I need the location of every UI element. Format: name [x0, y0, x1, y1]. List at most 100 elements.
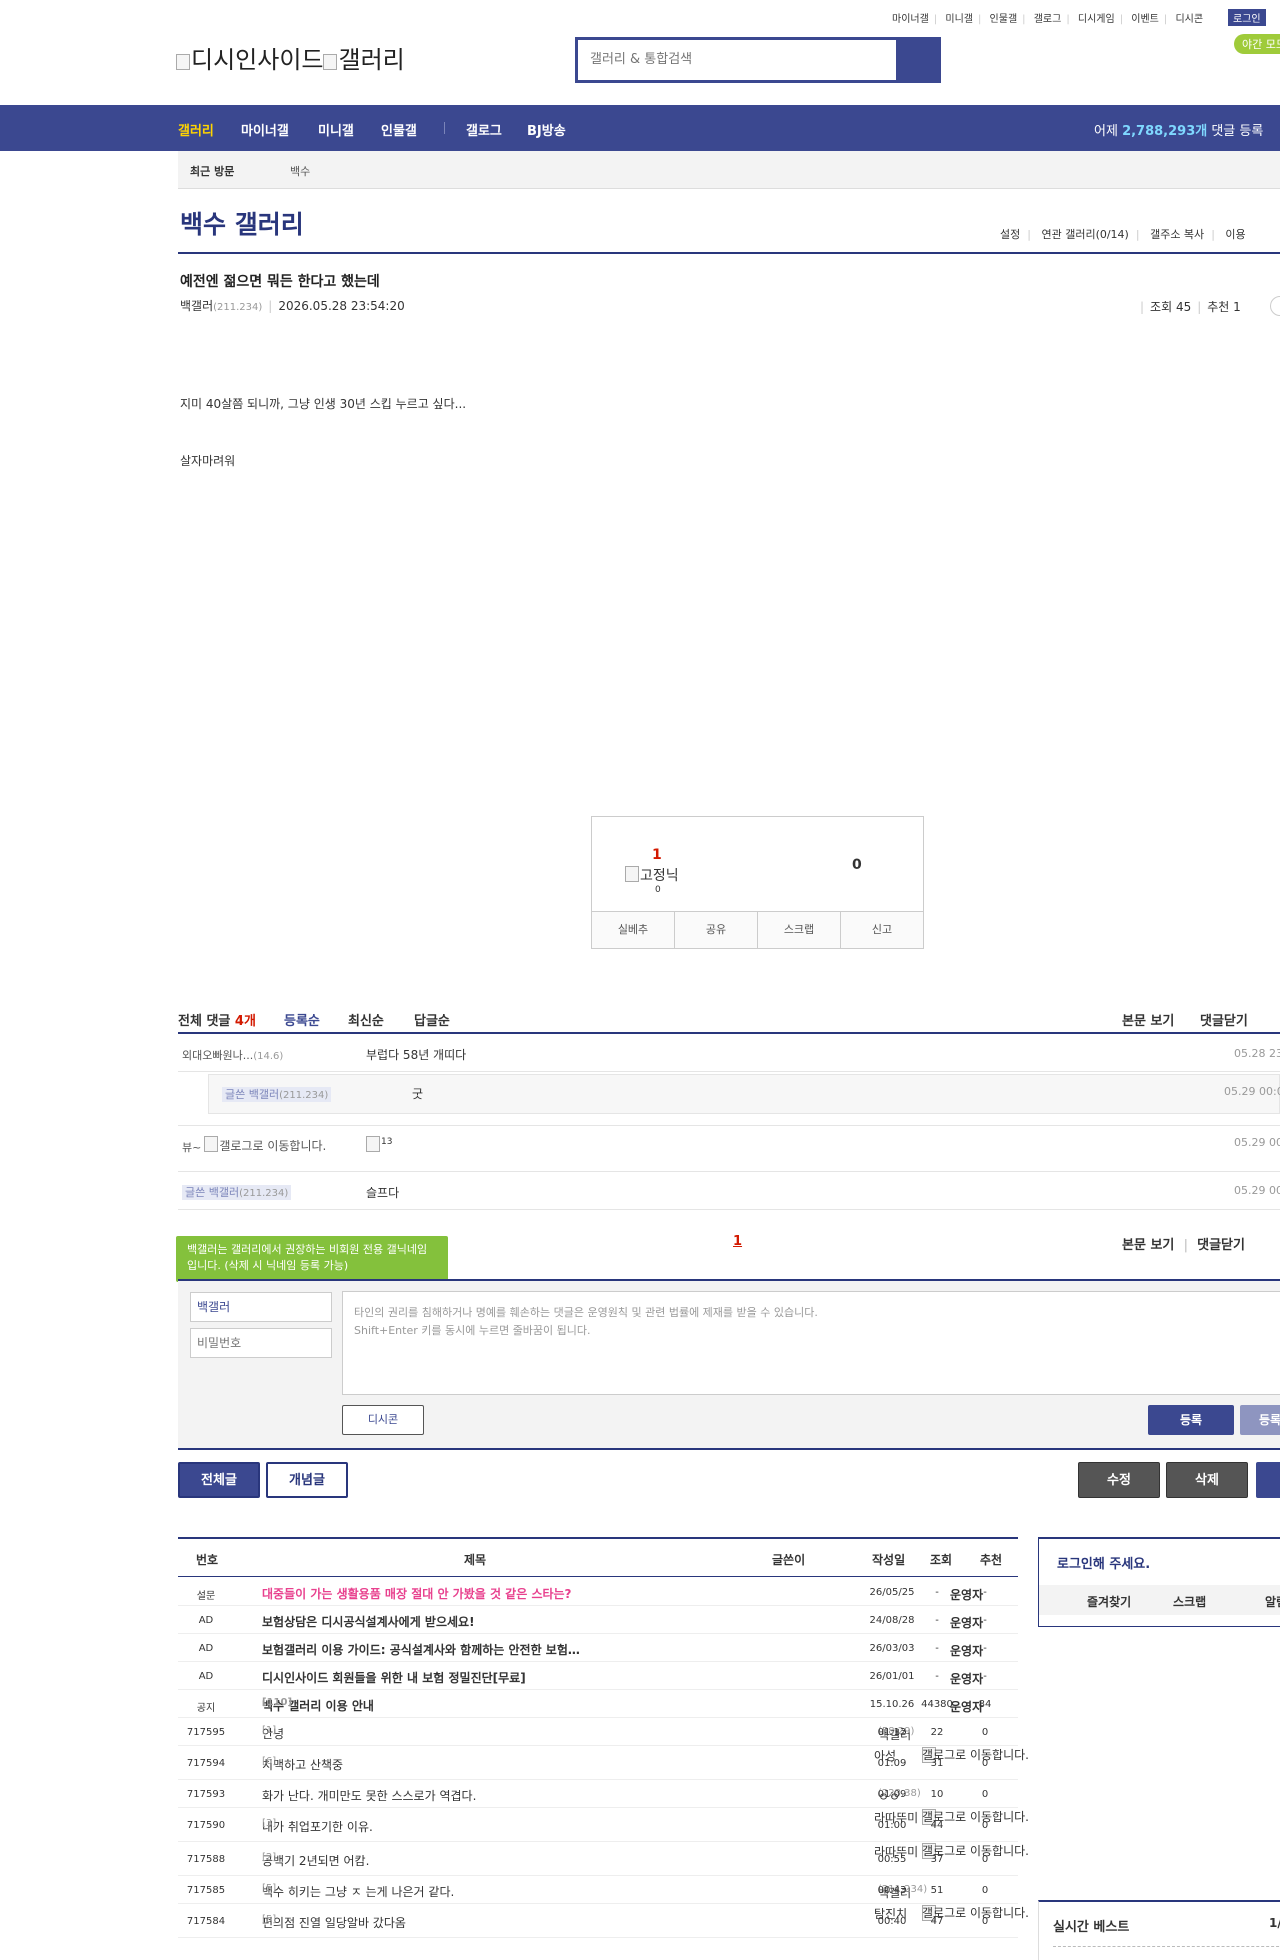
side-tab-alarm[interactable]: 알림	[1265, 1593, 1280, 1610]
real-best-button[interactable]: 실베추	[592, 912, 675, 948]
table-row[interactable]: 717585 백수 히키는 그냥 ㅈ 는게 나은거 같다. [5] 백갤러 (211…	[178, 1876, 1018, 1904]
write-button[interactable]	[1256, 1462, 1280, 1498]
util-link-gallog[interactable]: 갤로그	[1034, 14, 1062, 25]
comment-nick[interactable]: 글쓴 백갤러(211.234)	[182, 1184, 292, 1200]
table-row[interactable]: 717593 화가 난다. 개미만도 못한 스스로가 역겹다. ㅇㅇ (223.3…	[178, 1780, 1018, 1808]
reply-count[interactable]: [5]	[262, 1883, 276, 1894]
col-writer: 글쓴이	[772, 1553, 806, 1567]
gallog-link[interactable]: 갤로그로 이동합니다.	[204, 1135, 328, 1153]
nickname-field[interactable]: 백갤러	[190, 1292, 332, 1322]
table-row[interactable]: 공지 백수 갤러리 이용 안내 [110] 운영자 15.10.26 44380 84	[178, 1690, 1018, 1718]
register-recommend-button[interactable]: 등록	[1240, 1405, 1280, 1435]
reply-count[interactable]: [110]	[262, 1697, 292, 1708]
close-comments-link[interactable]: 댓글닫기	[1200, 1010, 1248, 1029]
sort-reply[interactable]: 답글순	[414, 1010, 450, 1029]
post-number: 717590	[186, 1820, 226, 1831]
gallery-settings-link[interactable]: 설정	[1000, 228, 1020, 241]
nav-gallog[interactable]: 갤로그	[466, 120, 502, 139]
comment-nick[interactable]: 뷰~ 갤로그로 이동합니다.	[182, 1135, 328, 1155]
sort-register[interactable]: 등록순	[284, 1010, 320, 1029]
nav-person[interactable]: 인물갤	[381, 120, 417, 139]
reply-date: 05.29 00:0	[1224, 1085, 1280, 1098]
copy-address-link[interactable]: 갤주소 복사	[1150, 228, 1204, 241]
util-link-game[interactable]: 디시게임	[1078, 14, 1115, 25]
comment-nick[interactable]: 외대오빠원나...(14.6)	[182, 1047, 283, 1063]
table-row[interactable]: 설문 대중들이 가는 생활용품 매장 절대 안 가봤을 것 같은 스타는? 운영자…	[178, 1578, 1018, 1606]
reply-nick[interactable]: 글쓴 백갤러(211.234)	[222, 1086, 332, 1102]
night-mode-button[interactable]: 야간 모드	[1234, 34, 1280, 54]
post-recommend: 0	[981, 1820, 989, 1831]
table-row[interactable]: 717590 내가 취업포기한 이유. [3] 라따뚜미 갤로그로 이동합니다. 01:…	[178, 1808, 1029, 1842]
post-number: 717588	[186, 1854, 226, 1865]
realtime-best-divider	[1053, 1946, 1280, 1947]
side-tab-scrap[interactable]: 스크랩	[1173, 1593, 1206, 1610]
delete-button[interactable]: 삭제	[1166, 1462, 1248, 1498]
post-number: 717584	[186, 1916, 226, 1927]
nav-gallery[interactable]: 갤러리	[178, 120, 214, 139]
post-number: 717594	[186, 1758, 226, 1769]
reply-count[interactable]: [6]	[262, 1756, 276, 1767]
recommend-up-button[interactable]: 고정닉	[625, 865, 679, 885]
register-button[interactable]: 등록	[1148, 1405, 1234, 1435]
password-field[interactable]	[190, 1328, 332, 1358]
comment-row: 글쓴 백갤러(211.234) 슬프다 05.29 00	[178, 1172, 1280, 1210]
util-link-mini[interactable]: 미니갤	[945, 14, 973, 25]
report-button[interactable]: 신고	[841, 912, 923, 948]
scrap-button[interactable]: 스크랩	[758, 912, 841, 948]
col-recommend: 추천	[980, 1553, 1003, 1567]
view-body-link[interactable]: 본문 보기	[1122, 1010, 1174, 1029]
post-body-line: 지미 40살쯤 되니까, 그냥 인생 30년 스킵 누르고 싶다...	[180, 397, 467, 411]
reply-count[interactable]: [2]	[262, 1852, 276, 1863]
post-recommend: -	[983, 1615, 987, 1626]
col-date: 작성일	[872, 1553, 906, 1567]
share-round-button[interactable]	[1270, 296, 1280, 316]
dccon-button[interactable]: 디시콘	[342, 1405, 424, 1435]
share-button[interactable]: 공유	[675, 912, 758, 948]
broken-image-icon	[625, 866, 639, 882]
edit-button[interactable]: 수정	[1078, 1462, 1160, 1498]
login-button[interactable]: 로그인	[1228, 9, 1266, 26]
site-logo[interactable]: 디시인사이드 갤러리	[176, 40, 405, 75]
table-row[interactable]: 717588 공백기 2년되면 어캄. [2] 라따뚜미 갤로그로 이동합니다. 00:…	[178, 1842, 1029, 1876]
post-title: 예전엔 젊으면 뭐든 한다고 했는데	[180, 274, 380, 290]
reply-count[interactable]: [1]	[262, 1725, 276, 1736]
table-row[interactable]: 717584 편의점 진열 일당알바 갔다옴 [5] 탐진치 갤로그로 이동합니다. 0…	[178, 1904, 1029, 1938]
util-link-event[interactable]: 이벤트	[1131, 14, 1159, 25]
table-row[interactable]: AD 디시인사이드 회원들을 위한 내 보험 정밀진단[무료] 운영자 26/01/…	[178, 1662, 1018, 1690]
table-row[interactable]: AD 보험갤러리 이용 가이드: 공식설계사와 함께하는 안전한 보험… 운영자 2…	[178, 1634, 1018, 1662]
post-writer-info: 백갤러(211.234) | 2026.05.28 23:54:20	[180, 299, 405, 313]
usage-link[interactable]: 이용	[1225, 228, 1245, 241]
broken-image-icon	[323, 54, 338, 70]
nav-minor[interactable]: 마이너갤	[241, 120, 289, 139]
sort-latest[interactable]: 최신순	[348, 1010, 384, 1029]
side-login-title[interactable]: 로그인해 주세요.	[1057, 1553, 1150, 1572]
related-gallery-link[interactable]: 연관 갤러리(0/14)	[1041, 228, 1128, 241]
all-posts-button[interactable]: 전체글	[178, 1462, 260, 1498]
reply-count[interactable]: [3]	[262, 1818, 276, 1829]
post-views: 44380	[921, 1699, 953, 1710]
gallery-title[interactable]: 백수 갤러리	[180, 205, 304, 241]
comment-textarea[interactable]: 타인의 권리를 침해하거나 명예를 훼손하는 댓글은 운영원칙 및 관련 법률에…	[342, 1291, 1280, 1395]
post-views: 37	[930, 1854, 944, 1865]
util-link-person[interactable]: 인물갤	[990, 14, 1018, 25]
close-comments-link-bottom[interactable]: 댓글닫기	[1197, 1238, 1245, 1253]
post-writer[interactable]: 백갤러	[180, 299, 213, 313]
search-button[interactable]	[896, 40, 938, 80]
nav-mini[interactable]: 미니갤	[318, 120, 354, 139]
table-row[interactable]: AD 보험상담은 디시공식설계사에게 받으세요! 운영자 24/08/28- -	[178, 1606, 1018, 1634]
side-tab-favorites[interactable]: 즐겨찾기	[1087, 1593, 1131, 1610]
view-body-link-bottom[interactable]: 본문 보기	[1122, 1238, 1174, 1253]
post-number: AD	[198, 1671, 214, 1682]
reply-count[interactable]: [5]	[262, 1914, 276, 1925]
util-link-minor[interactable]: 마이너갤	[892, 14, 929, 25]
table-row[interactable]: 717594 치맥하고 산책중 [6] 아성 갤로그로 이동합니다. 01:09 31 0	[178, 1746, 1029, 1780]
util-link-dccon[interactable]: 디시콘	[1175, 14, 1203, 25]
recent-visit-item[interactable]: 백수	[290, 163, 310, 179]
table-row[interactable]: 717595 안녕 [1] 백갤러 (58.29) 01:12 22 0	[178, 1718, 1018, 1746]
recommend-box: 1 고정닉 0 0 실베추 공유 스크랩 신고	[591, 816, 924, 949]
nav-bj[interactable]: BJ방송	[527, 120, 566, 139]
nonrecommend-count[interactable]: 0	[852, 857, 862, 873]
comment-page-1[interactable]: 1	[733, 1234, 742, 1249]
concept-posts-button[interactable]: 개념글	[266, 1462, 348, 1498]
search-input[interactable]	[578, 40, 878, 78]
